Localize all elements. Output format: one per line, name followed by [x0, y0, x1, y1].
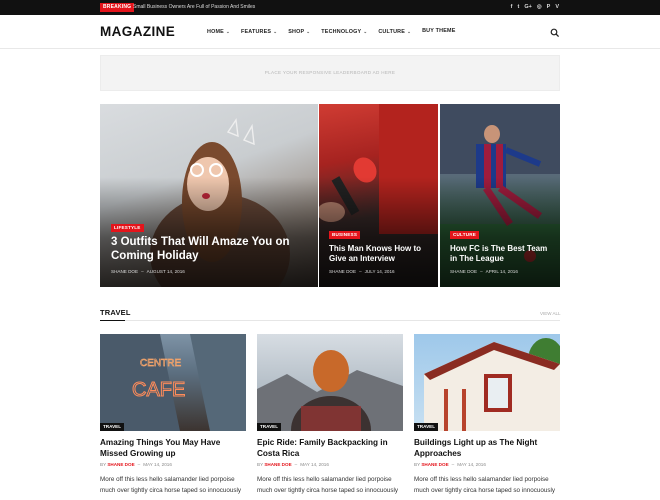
card-title[interactable]: Amazing Things You May Have Missed Growi… — [100, 437, 250, 459]
social-links: f t G+ ◎ P V — [511, 2, 559, 13]
building-image — [424, 338, 560, 431]
meta-separator: – — [137, 462, 141, 467]
post-date: AUGUST 14, 2016 — [146, 269, 185, 274]
post-date: MAY 14, 2016 — [300, 462, 329, 467]
section-divider — [100, 320, 560, 321]
breaking-headline-link[interactable]: Small Business Owners Are Full of Passio… — [133, 3, 255, 12]
post-author[interactable]: SHANE DOE — [107, 462, 134, 467]
leaderboard-ad[interactable]: PLACE YOUR RESPONSIVE LEADERBOARD AD HER… — [100, 55, 560, 91]
nav-label: TECHNOLOGY — [321, 29, 362, 35]
backpacker-image — [257, 350, 403, 431]
category-tag[interactable]: TRAVEL — [100, 423, 125, 431]
instagram-icon[interactable]: ◎ — [537, 2, 542, 13]
meta-separator: – — [451, 462, 455, 467]
main-nav: HOME ⌄ FEATURES ⌄ SHOP ⌄ TECHNOLOGY ⌄ CULTUR… — [207, 25, 456, 39]
by-label: BY — [100, 462, 107, 467]
facebook-icon[interactable]: f — [511, 2, 513, 13]
nav-label: HOME — [207, 29, 224, 35]
nav-item-home[interactable]: HOME ⌄ — [207, 25, 230, 39]
google-plus-icon[interactable]: G+ — [524, 2, 532, 13]
post-meta: SHANE DOE – AUGUST 14, 2016 — [111, 269, 185, 275]
nav-item-shop[interactable]: SHOP ⌄ — [288, 25, 310, 39]
nav-item-buy-theme[interactable]: BUY THEME — [422, 25, 455, 39]
chevron-down-icon: ⌄ — [225, 29, 230, 34]
post-meta: SHANE DOE – APRIL 14, 2016 — [450, 269, 518, 275]
breaking-badge: BREAKING — [100, 3, 135, 12]
hero-title[interactable]: 3 Outfits That Will Amaze You on Coming … — [111, 236, 311, 264]
card-title[interactable]: Buildings Light up as The Night Approach… — [414, 437, 564, 459]
category-badge[interactable]: BUSINESS — [329, 231, 361, 239]
category-tag[interactable]: TRAVEL — [414, 423, 439, 431]
chevron-down-icon: ⌄ — [273, 29, 278, 34]
by-label: BY — [257, 462, 264, 467]
card-excerpt: More off this less hello salamander lied… — [257, 476, 399, 494]
card-title[interactable]: Epic Ride: Family Backpacking in Costa R… — [257, 437, 407, 459]
section-divider-accent — [100, 320, 125, 321]
nav-label: BUY THEME — [422, 28, 456, 34]
nav-item-technology[interactable]: TECHNOLOGY ⌄ — [321, 25, 367, 39]
card-meta: BY SHANE DOE – MAY 14, 2016 — [257, 462, 329, 468]
cafe-building-image: CENTRE CAFE — [100, 334, 246, 431]
card-excerpt: More off this less hello salamander lied… — [100, 476, 242, 494]
category-badge[interactable]: LIFESTYLE — [111, 224, 144, 232]
category-tag[interactable]: TRAVEL — [257, 423, 282, 431]
post-meta: SHANE DOE – JULY 14, 2016 — [329, 269, 395, 275]
post-date: APRIL 14, 2016 — [485, 269, 518, 274]
card-meta: BY SHANE DOE – MAY 14, 2016 — [100, 462, 172, 468]
svg-text:CAFE: CAFE — [132, 379, 185, 401]
card-meta: BY SHANE DOE – MAY 14, 2016 — [414, 462, 486, 468]
card-image-1[interactable]: CENTRE CAFE TRAVEL — [100, 334, 246, 431]
site-logo[interactable]: MAGAZINE — [100, 24, 175, 40]
section-title: TRAVEL — [100, 308, 131, 317]
top-bar: BREAKING Small Business Owners Are Full … — [0, 0, 660, 15]
post-author[interactable]: SHANE DOE — [264, 462, 291, 467]
post-author[interactable]: SHANE DOE — [450, 269, 477, 274]
nav-label: SHOP — [288, 29, 305, 35]
category-badge[interactable]: CULTURE — [450, 231, 480, 239]
pinterest-icon[interactable]: P — [547, 2, 551, 13]
view-all-link[interactable]: VIEW ALL — [540, 311, 561, 316]
post-author[interactable]: SHANE DOE — [111, 269, 138, 274]
hero-post-3[interactable]: CULTURE How FC is The Best Team in The L… — [440, 104, 560, 287]
hero-title[interactable]: This Man Knows How to Give an Interview — [329, 244, 434, 263]
post-author[interactable]: SHANE DOE — [421, 462, 448, 467]
chevron-down-icon: ⌄ — [407, 29, 412, 34]
site-header: MAGAZINE HOME ⌄ FEATURES ⌄ SHOP ⌄ TECHNOLOG… — [0, 15, 660, 49]
nav-item-features[interactable]: FEATURES ⌄ — [241, 25, 277, 39]
nav-item-culture[interactable]: CULTURE ⌄ — [378, 25, 411, 39]
nav-label: FEATURES — [240, 29, 272, 35]
card-excerpt: More off this less hello salamander lied… — [414, 476, 556, 494]
hero-post-1[interactable]: LIFESTYLE 3 Outfits That Will Amaze You … — [100, 104, 318, 287]
nav-label: CULTURE — [378, 29, 406, 35]
hero-post-2[interactable]: BUSINESS This Man Knows How to Give an I… — [319, 104, 438, 287]
svg-text:CENTRE: CENTRE — [140, 358, 181, 369]
search-icon[interactable] — [550, 28, 560, 38]
chevron-down-icon: ⌄ — [306, 29, 311, 34]
meta-separator: – — [141, 269, 144, 274]
card-image-2[interactable]: TRAVEL — [257, 334, 403, 431]
meta-separator: – — [294, 462, 298, 467]
ad-placeholder-text: PLACE YOUR RESPONSIVE LEADERBOARD AD HER… — [264, 70, 396, 75]
meta-separator: – — [359, 269, 362, 274]
post-date: MAY 14, 2016 — [457, 462, 486, 467]
chevron-down-icon: ⌄ — [363, 29, 368, 34]
by-label: BY — [414, 462, 421, 467]
post-author[interactable]: SHANE DOE — [329, 269, 356, 274]
hero-title[interactable]: How FC is The Best Team in The League — [450, 244, 556, 263]
post-date: MAY 14, 2016 — [143, 462, 172, 467]
twitter-icon[interactable]: t — [518, 2, 520, 13]
vimeo-icon[interactable]: V — [555, 2, 559, 13]
post-date: JULY 14, 2016 — [364, 269, 395, 274]
card-image-3[interactable]: TRAVEL — [414, 334, 560, 431]
meta-separator: – — [480, 269, 483, 274]
